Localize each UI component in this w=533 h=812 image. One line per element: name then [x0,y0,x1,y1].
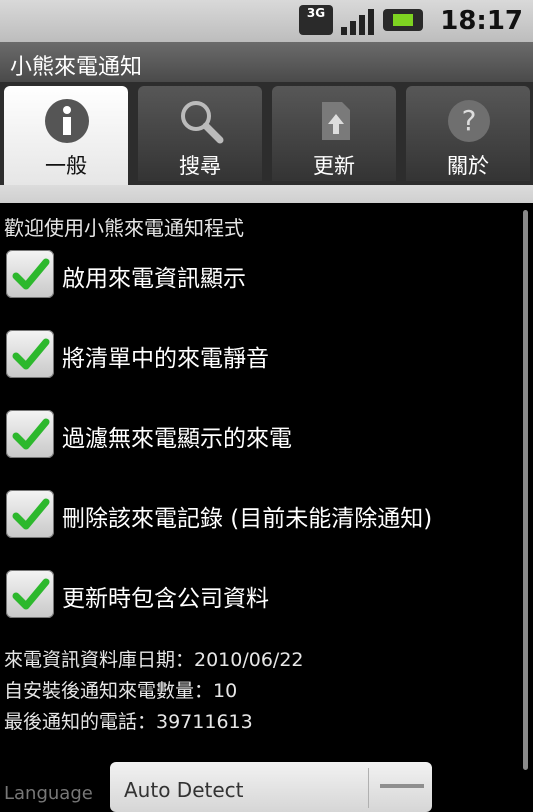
tab-label: 關於 [447,154,489,178]
checkbox[interactable] [6,410,54,458]
checkmark-icon [12,498,50,530]
checkbox[interactable] [6,490,54,538]
language-selected-value: Auto Detect [124,778,244,802]
checkmark-icon [12,258,50,290]
checkbox[interactable] [6,570,54,618]
search-icon [181,101,224,144]
tab-label: 更新 [313,154,355,178]
dropdown-arrow-icon [380,784,424,788]
db-date-text: 來電資訊資料庫日期：2010/06/22 [4,649,304,671]
tab-about[interactable]: ? 關於 [406,86,530,181]
checkmark-icon [12,578,50,610]
svg-text:?: ? [462,104,477,137]
tab-label: 一般 [45,154,87,178]
tab-bar: 一般 搜尋 更新 ? 關於 [0,82,533,185]
checkbox[interactable] [6,250,54,298]
intro-text: 歡迎使用小熊來電通知程式 [4,216,244,240]
scrollbar[interactable] [523,210,528,770]
checkbox-label: 更新時包含公司資料 [62,586,269,612]
language-label: Language [4,783,93,804]
signal-strength-icon [341,5,375,35]
tab-content-divider [0,185,533,203]
network-type: 3G [306,6,326,20]
dropdown-divider [368,768,369,808]
status-time: 18:17 [440,6,523,36]
app-title-bar: 小熊來電通知 [0,42,533,83]
notify-count-text: 自安裝後通知來電數量：10 [4,680,238,702]
tab-update[interactable]: 更新 [272,86,396,181]
tab-label: 搜尋 [179,154,221,178]
checkbox-label: 將清單中的來電靜音 [62,346,269,372]
network-3g-icon: 3G [299,5,333,35]
checkbox-label: 啟用來電資訊顯示 [62,266,246,292]
help-icon: ? [448,100,490,142]
status-icons: 3G [299,5,423,35]
update-icon [322,102,350,140]
status-bar: 3G 18:17 [0,0,533,42]
checkmark-icon [12,418,50,450]
tab-general[interactable]: 一般 [4,86,128,185]
checkbox-label: 刪除該來電記錄 (目前未能清除通知) [62,506,433,532]
checkmark-icon [12,338,50,370]
app-title: 小熊來電通知 [10,55,143,80]
info-icon [45,99,89,143]
language-select[interactable]: Auto Detect [110,762,432,812]
checkbox[interactable] [6,330,54,378]
last-phone-text: 最後通知的電話：39711613 [4,711,253,733]
checkbox-label: 過濾無來電顯示的來電 [62,426,292,452]
battery-icon [383,9,423,31]
tab-search[interactable]: 搜尋 [138,86,262,181]
